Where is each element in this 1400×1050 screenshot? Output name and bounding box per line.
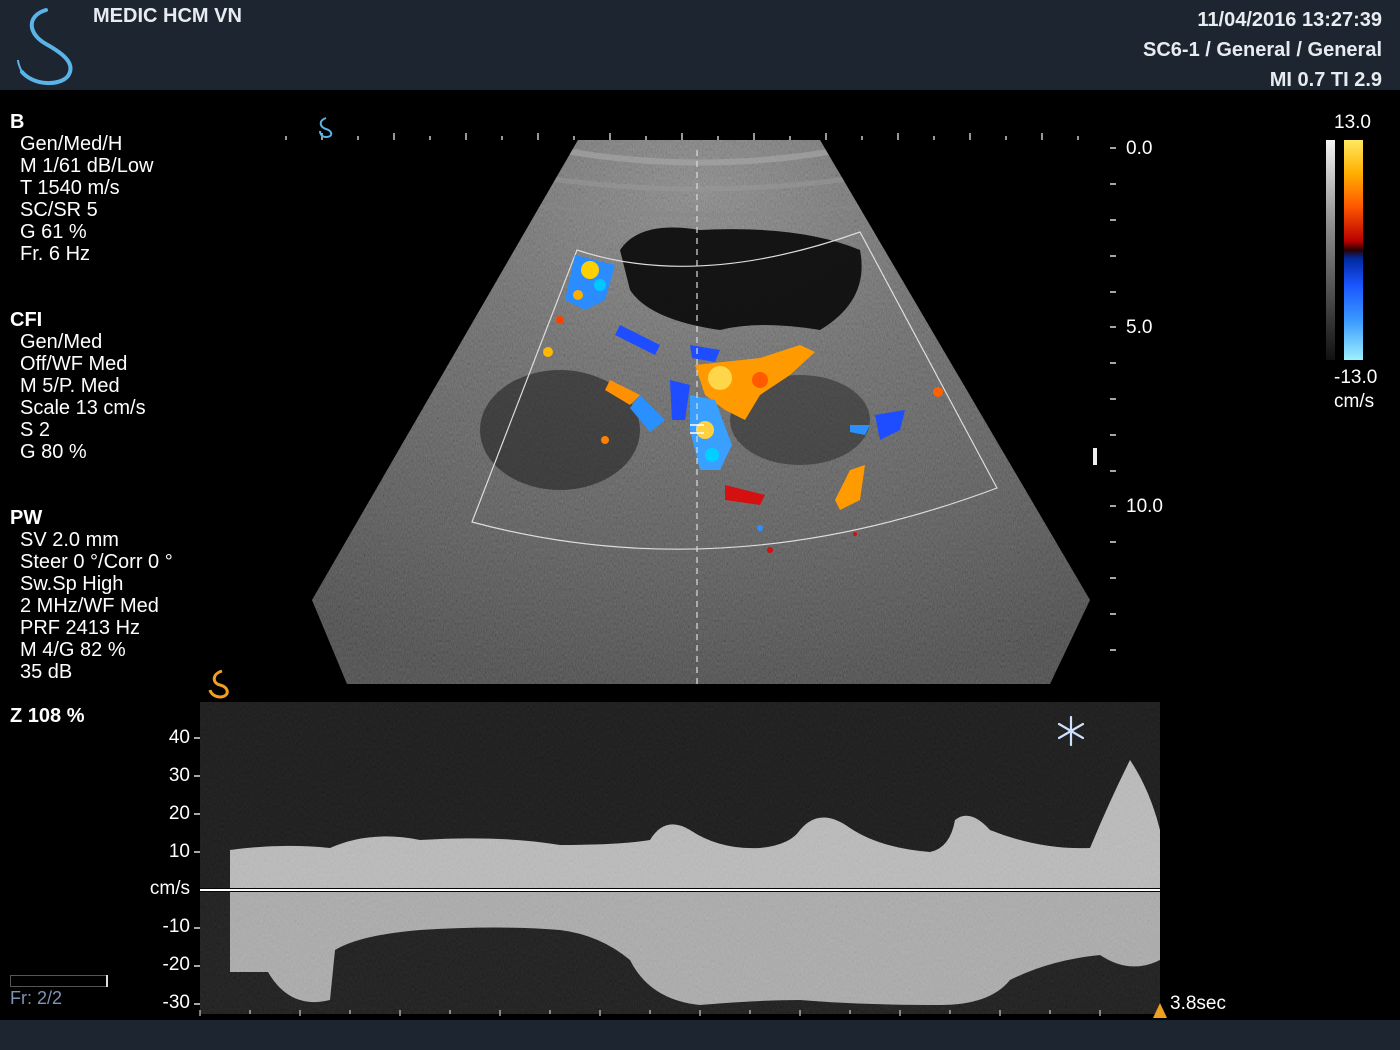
spectral-doppler[interactable] [194, 702, 1160, 1016]
velocity-unit: cm/s [149, 878, 190, 899]
frame-counter: Fr: 2/2 [10, 988, 63, 1008]
velocity-label: 30 [168, 765, 190, 786]
color-scale-min: -13.0 [1334, 367, 1378, 388]
sweep-time: 3.8sec [1170, 993, 1226, 1014]
velocity-label: 40 [168, 727, 190, 748]
velocity-label: -20 [162, 954, 190, 975]
cine-progress-marker[interactable] [106, 975, 108, 987]
color-scale-max: 13.0 [1334, 112, 1371, 133]
depth-label: 5.0 [1126, 317, 1153, 338]
orientation-marker-icon [319, 117, 333, 139]
depth-scale [1110, 147, 1116, 651]
cine-progress-bar[interactable] [10, 975, 108, 987]
doppler-marker-icon [208, 669, 229, 699]
depth-label: 10.0 [1126, 496, 1163, 517]
color-scale-unit: cm/s [1334, 391, 1375, 412]
velocity-label: -30 [162, 992, 190, 1013]
grayscale-bar [1326, 140, 1335, 360]
velocity-axis [194, 737, 200, 1005]
depth-label: 0.0 [1126, 138, 1153, 159]
footer-bar [0, 1020, 1400, 1050]
color-scale-bar [1344, 140, 1363, 360]
ultrasound-image[interactable] [0, 0, 1400, 1050]
velocity-label: 10 [168, 841, 190, 862]
focus-marker[interactable] [1093, 448, 1097, 465]
lateral-ruler [285, 133, 1079, 140]
velocity-label: -10 [162, 916, 190, 937]
velocity-label: 20 [168, 803, 190, 824]
